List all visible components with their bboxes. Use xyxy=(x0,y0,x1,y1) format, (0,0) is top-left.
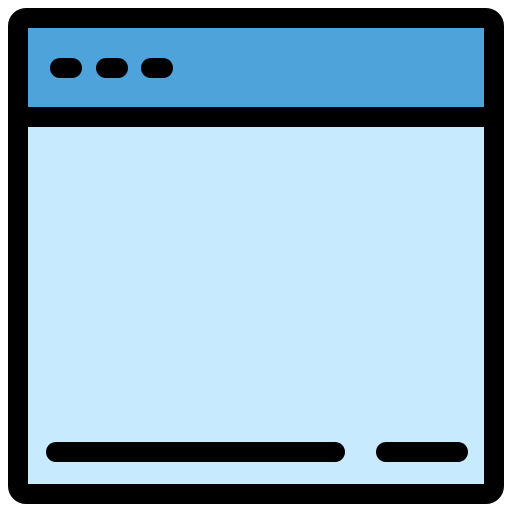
window-title-bar xyxy=(18,18,494,117)
browser-window-svg xyxy=(8,8,504,504)
window-content-area xyxy=(18,117,494,494)
browser-window-icon xyxy=(0,0,512,512)
